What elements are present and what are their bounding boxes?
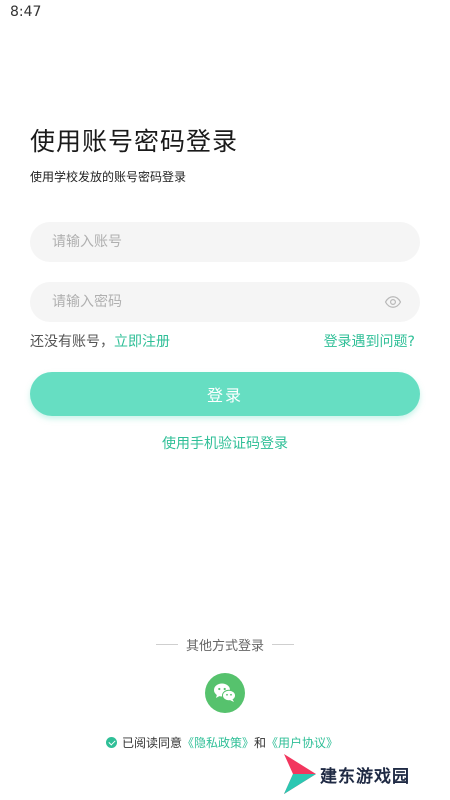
login-screen: 8:47 使用账号密码登录 使用学校发放的账号密码登录 还没有账号，立即注册 登…: [0, 0, 450, 800]
no-account-text: 还没有账号，: [30, 334, 114, 350]
wechat-icon: [214, 683, 236, 702]
agree-check-icon[interactable]: [106, 737, 117, 748]
register-link[interactable]: 立即注册: [114, 334, 170, 350]
agreement-row: 已阅读同意 《隐私政策》 和 《用户协议》: [106, 734, 338, 751]
watermark-logo-icon: [284, 754, 316, 794]
sms-login-link[interactable]: 使用手机验证码登录: [0, 433, 450, 453]
password-input[interactable]: [52, 294, 384, 310]
eye-icon[interactable]: [384, 293, 402, 311]
other-login-label: 其他方式登录: [185, 639, 264, 654]
watermark-text: 建东游戏园: [320, 766, 410, 787]
other-login-divider: 其他方式登录: [0, 635, 450, 654]
status-time: 8:47: [10, 4, 42, 20]
login-button[interactable]: 登录: [30, 372, 420, 416]
privacy-policy-link[interactable]: 《隐私政策》: [182, 734, 254, 751]
page-title: 使用账号密码登录: [30, 127, 239, 156]
divider-line-left: [155, 644, 178, 645]
watermark: 建东游戏园: [282, 752, 410, 796]
register-prompt: 还没有账号，立即注册: [30, 331, 170, 351]
account-input[interactable]: [52, 234, 402, 250]
agreement-and: 和: [254, 736, 267, 750]
user-agreement-link[interactable]: 《用户协议》: [266, 734, 338, 751]
page-subtitle: 使用学校发放的账号密码登录: [30, 170, 187, 184]
account-field-container[interactable]: [30, 222, 420, 262]
login-problem-link[interactable]: 登录遇到问题?: [324, 331, 415, 351]
divider-line-right: [272, 644, 294, 645]
wechat-login-button[interactable]: [205, 673, 245, 713]
password-field-container[interactable]: [30, 282, 420, 322]
agreement-prefix: 已阅读同意: [122, 736, 183, 750]
